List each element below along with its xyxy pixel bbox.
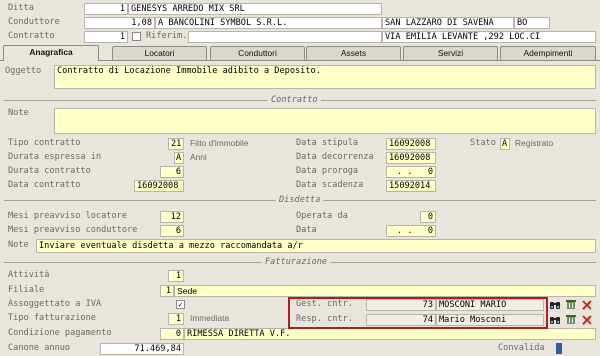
conduttore-name-field[interactable]: A BANCOLINI SYMBOL S.R.L. (155, 17, 382, 29)
fatturazione-section-title: Fatturazione (262, 257, 331, 267)
edit-delete-icon[interactable] (581, 299, 593, 310)
binoculars-icon[interactable] (549, 299, 561, 310)
iva-label: Assoggettato a IVA (8, 299, 102, 309)
filiale-code[interactable]: 1 (160, 285, 174, 297)
oggetto-field[interactable]: Contratto di Locazione Immobile adibito … (54, 65, 596, 89)
riferim-field[interactable] (188, 31, 382, 43)
stato-code[interactable]: A (500, 138, 510, 150)
canone-annuo-label: Canone annuo (8, 343, 71, 353)
resp-cntr-name[interactable]: Mario Mosconi (436, 314, 544, 326)
filiale-desc[interactable]: Sede (174, 285, 596, 297)
tipo-fatturazione-code[interactable]: 1 (168, 313, 184, 325)
mesi-locatore-field[interactable]: 12 (160, 211, 184, 223)
data-contratto-label: Data contratto (8, 180, 81, 190)
disdetta-note-label: Note (8, 240, 29, 250)
mesi-conduttore-label: Mesi preavviso conduttore (8, 225, 138, 235)
riferim-label: Riferim. (146, 31, 188, 41)
data-proroga-date: . . (397, 167, 413, 177)
contratto-label: Contratto (8, 31, 55, 41)
resp-cntr-code[interactable]: 74 (366, 314, 436, 326)
operata-da-label: Operata da (296, 211, 348, 221)
data-decorrenza-label: Data decorrenza (296, 152, 374, 162)
conduttore-code-field[interactable]: 1,08 (84, 17, 155, 29)
edit-delete-icon[interactable] (581, 314, 593, 325)
disdetta-data-label: Data (296, 225, 317, 235)
conduttore-city-field[interactable]: SAN LAZZARO DI SAVENA (382, 17, 514, 29)
canone-annuo-field[interactable]: 71.469,84 (100, 343, 184, 355)
tab-adempimenti[interactable]: Adempimenti (500, 46, 596, 60)
tab-servizi[interactable]: Servizi (403, 46, 498, 60)
tipo-contratto-code[interactable]: 21 (168, 138, 184, 150)
disdetta-data-date: . . (397, 226, 413, 236)
tipo-fatturazione-desc: Immediata (190, 313, 230, 323)
note-label: Note (8, 108, 29, 118)
data-scadenza-label: Data scadenza (296, 180, 364, 190)
disdetta-section-title: Disdetta (276, 195, 324, 205)
gest-cntr-code-value: 73 (422, 300, 433, 310)
binoculars-icon[interactable] (549, 314, 561, 325)
tipo-contratto-desc: Fitto d'immobile (190, 138, 249, 148)
contratto-code-field[interactable]: 1 (84, 31, 128, 43)
ditta-label: Ditta (8, 3, 34, 13)
mesi-locatore-label: Mesi preavviso locatore (8, 211, 127, 221)
note-field[interactable] (54, 108, 596, 134)
iva-checkbox[interactable]: ✓ (176, 300, 185, 309)
data-proroga-label: Data proroga (296, 166, 359, 176)
data-stipula-field[interactable]: 16092008 (386, 138, 436, 150)
conduttore-prov-field[interactable]: BO (514, 17, 550, 29)
condizione-pagamento-code[interactable]: 0 (160, 328, 184, 340)
resp-cntr-label: Resp. cntr. (296, 314, 353, 324)
attivita-field[interactable]: 1 (168, 270, 184, 282)
tipo-fatturazione-label: Tipo fatturazione (8, 313, 96, 323)
mesi-conduttore-field[interactable]: 6 (160, 225, 184, 237)
contratto-section-title: Contratto (268, 95, 321, 105)
tab-locatori[interactable]: Locatori (112, 46, 207, 60)
tab-anagrafica[interactable]: Anagrafica (3, 45, 99, 61)
condizione-pagamento-label: Condizione pagamento (8, 328, 112, 338)
disdetta-data-field[interactable]: . . 0 (386, 225, 436, 237)
conduttore-label: Conduttore (8, 17, 60, 27)
durata-espressa-label: Durata espressa in (8, 152, 102, 162)
tipo-contratto-label: Tipo contratto (8, 138, 81, 148)
durata-contratto-field[interactable]: 6 (160, 166, 184, 178)
gest-cntr-name[interactable]: MOSCONI MARIO (436, 299, 544, 311)
address-field[interactable]: VIA EMILIA LEVANTE ,292 LOC.CI (382, 31, 596, 43)
data-stipula-label: Data stipula (296, 138, 359, 148)
gest-cntr-label: Gest. cntr. (296, 299, 353, 309)
durata-espressa-desc: Anni (190, 152, 207, 162)
attivita-label: Attività (8, 270, 50, 280)
durata-contratto-label: Durata contratto (8, 166, 91, 176)
filiale-label: Filiale (8, 285, 45, 295)
tab-assets[interactable]: Assets (306, 46, 401, 60)
data-decorrenza-field[interactable]: 16092008 (386, 152, 436, 164)
data-scadenza-field[interactable]: 15092014 (386, 180, 436, 192)
trash-icon[interactable] (565, 314, 577, 325)
data-proroga-num: 0 (427, 167, 433, 177)
resp-cntr-code-value: 74 (422, 315, 433, 325)
gest-cntr-code[interactable]: 73 (366, 299, 436, 311)
contratto-checkbox[interactable] (132, 32, 141, 41)
data-contratto-field[interactable]: 16092008 (134, 180, 184, 192)
convalida-label: Convalida (498, 343, 545, 353)
ditta-name-field[interactable]: GENESYS ARREDO MIX SRL (128, 3, 382, 15)
ditta-code-field[interactable]: 1 (84, 3, 128, 15)
condizione-pagamento-desc[interactable]: RIMESSA DIRETTA V.F. (184, 328, 596, 340)
stato-label: Stato (470, 138, 496, 148)
data-proroga-field[interactable]: . . 0 (386, 166, 436, 178)
durata-espressa-code[interactable]: A (174, 152, 184, 164)
convalida-indicator[interactable] (556, 343, 562, 354)
stato-desc: Registrato (515, 138, 554, 148)
operata-da-field[interactable]: 0 (420, 211, 436, 223)
oggetto-label: Oggetto (5, 66, 42, 76)
disdetta-data-num: 0 (427, 226, 433, 236)
disdetta-note-field[interactable]: Inviare eventuale disdetta a mezzo racco… (36, 239, 596, 253)
tab-conduttori[interactable]: Conduttori (210, 46, 305, 60)
trash-icon[interactable] (565, 299, 577, 310)
